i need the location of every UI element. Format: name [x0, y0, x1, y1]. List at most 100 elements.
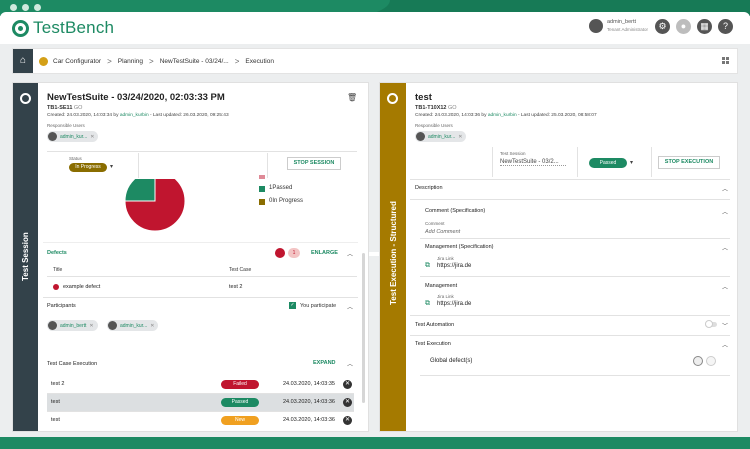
status-badge: Passed: [221, 398, 259, 407]
jira-url[interactable]: https://jira.de: [437, 263, 471, 269]
status-pie-chart: [124, 179, 186, 232]
participant-chip[interactable]: admin_bertt ✕: [47, 320, 98, 331]
avatar: [48, 321, 57, 330]
chip-label: admin_kur...: [60, 133, 88, 140]
responsible-user-chip[interactable]: admin_kur... ✕: [47, 131, 99, 142]
avatar: [589, 19, 603, 33]
close-icon[interactable]: ✕: [458, 134, 462, 140]
divider: [410, 315, 730, 316]
breadcrumb-item-project[interactable]: Car Configurator: [53, 58, 101, 65]
add-comment-field[interactable]: Add Comment: [425, 229, 460, 235]
settings-icon[interactable]: ⚙: [655, 19, 670, 34]
chevron-down-icon[interactable]: ﹀: [722, 321, 728, 330]
global-defects-label: Global defect(s): [430, 358, 473, 364]
calendar-icon[interactable]: ▦: [697, 19, 712, 34]
external-link-icon[interactable]: ⧉: [425, 262, 430, 270]
participant-chip[interactable]: admin_kur... ✕: [107, 320, 159, 331]
chevron-up-icon[interactable]: ︿: [722, 184, 728, 193]
test-execution-panel: Test Execution - Structured test TB1-T10…: [379, 82, 738, 432]
expand-button[interactable]: EXPAND: [313, 360, 336, 366]
chip-label: admin_bertt: [60, 322, 87, 329]
breadcrumb-bar: ⌂ Car Configurator > Planning > NewTestS…: [12, 48, 738, 74]
stop-session-button[interactable]: STOP SESSION: [287, 157, 341, 170]
notification-icon[interactable]: ●: [676, 19, 691, 34]
chevron-up-icon[interactable]: ︿: [722, 243, 728, 252]
close-icon[interactable]: ✕: [90, 134, 94, 140]
divider: [47, 276, 357, 277]
external-link-icon[interactable]: ⧉: [425, 300, 430, 308]
page-title: test: [415, 92, 432, 103]
user-menu[interactable]: admin_bertt Tenant Administrator: [589, 19, 648, 33]
test-execution-label: Test Execution: [415, 341, 451, 347]
scrollbar[interactable]: [362, 253, 365, 403]
status-badge[interactable]: Passed: [589, 158, 627, 168]
close-icon[interactable]: ✕: [343, 398, 352, 407]
status-badge[interactable]: In Progress: [69, 163, 107, 172]
test-session-vertical-title: Test Session: [21, 232, 30, 281]
app-logo[interactable]: TestBench: [12, 18, 114, 38]
panel-resize-handle[interactable]: [369, 252, 379, 256]
layout-grid-icon[interactable]: [722, 57, 729, 64]
execution-id: TB1-T10X12 GO: [415, 105, 457, 111]
logo-text: TestBench: [33, 18, 115, 37]
created-by-link[interactable]: admin_kurbin: [488, 113, 517, 118]
defects-col-testcase: Test Case: [229, 267, 252, 273]
breadcrumb-item-suite[interactable]: NewTestSuite - 03/24/...: [160, 58, 229, 65]
execution-row[interactable]: test 2 Failed 24.03.2020, 14:03:35 ✕: [47, 376, 354, 394]
breadcrumb: Car Configurator > Planning > NewTestSui…: [39, 49, 274, 73]
legend-passed: 1Passed: [269, 185, 293, 191]
close-icon[interactable]: ✕: [343, 380, 352, 389]
defects-col-title: Title: [53, 267, 63, 273]
stop-execution-button[interactable]: STOP EXECUTION: [658, 156, 720, 169]
gear-icon: [20, 93, 31, 104]
defect-count-icon[interactable]: [706, 356, 716, 366]
close-icon[interactable]: ✕: [89, 323, 93, 329]
defect-testcase[interactable]: test 2: [229, 284, 242, 290]
close-icon[interactable]: ✕: [150, 323, 154, 329]
close-icon[interactable]: ✕: [343, 416, 352, 425]
go-link[interactable]: GO: [448, 105, 457, 111]
management-spec-label: Management (Specification): [425, 244, 494, 250]
add-defect-icon[interactable]: [693, 356, 703, 366]
execution-meta: Created: 24.03.2020, 14:03:36 by admin_k…: [415, 113, 597, 118]
breadcrumb-item-planning[interactable]: Planning: [118, 58, 143, 65]
execution-row[interactable]: test Passed 24.03.2020, 14:03:36 ✕: [47, 394, 354, 412]
enlarge-button[interactable]: ENLARGE: [311, 250, 338, 256]
chevron-down-icon[interactable]: ▾: [630, 159, 633, 166]
chevron-up-icon[interactable]: ︿: [347, 359, 353, 368]
session-id-value: TB1-SE11: [47, 105, 73, 111]
go-link[interactable]: GO: [74, 105, 83, 111]
defect-status-icon: [53, 284, 59, 290]
app-header: TestBench admin_bertt Tenant Administrat…: [0, 12, 750, 44]
legend-swatch-failed-partial: [259, 175, 265, 179]
breadcrumb-item-execution[interactable]: Execution: [245, 58, 274, 65]
home-icon[interactable]: ⌂: [13, 49, 33, 73]
responsible-users-label: Responsible Users: [47, 123, 85, 128]
window-close-dot[interactable]: [10, 4, 17, 11]
window-maximize-dot[interactable]: [34, 4, 41, 11]
delete-icon[interactable]: 🗑: [347, 93, 357, 102]
execution-row-time: 24.03.2020, 14:03:36: [283, 417, 335, 423]
participate-checkbox[interactable]: ✓: [289, 302, 296, 309]
window-minimize-dot[interactable]: [22, 4, 29, 11]
chevron-up-icon[interactable]: ︿: [347, 249, 353, 258]
created-by-link[interactable]: admin_kurbin: [120, 113, 149, 118]
toggle-knob: [705, 320, 713, 328]
chevron-up-icon[interactable]: ︿: [722, 340, 728, 349]
chevron-down-icon[interactable]: ▾: [110, 163, 113, 170]
help-icon[interactable]: ?: [718, 19, 733, 34]
chevron-right-icon: >: [234, 56, 240, 66]
jira-link-label: Jira Link: [437, 256, 454, 261]
execution-row[interactable]: test New 24.03.2020, 14:03:36 ✕: [47, 412, 354, 430]
chevron-up-icon[interactable]: ︿: [722, 207, 728, 216]
chevron-up-icon[interactable]: ︿: [347, 302, 353, 311]
responsible-user-chip[interactable]: admin_kur... ✕: [415, 131, 467, 142]
legend-in-progress: 0In Progress: [269, 198, 304, 204]
chevron-up-icon[interactable]: ︿: [722, 282, 728, 291]
test-session-select[interactable]: NewTestSuite - 03/2...: [500, 159, 566, 166]
test-session-panel: Test Session NewTestSuite - 03/24/2020, …: [12, 82, 369, 432]
defect-title[interactable]: example defect: [63, 284, 100, 290]
pie-slice-passed[interactable]: [124, 179, 156, 202]
description-label: Description: [415, 185, 443, 191]
jira-url[interactable]: https://jira.de: [437, 301, 471, 307]
